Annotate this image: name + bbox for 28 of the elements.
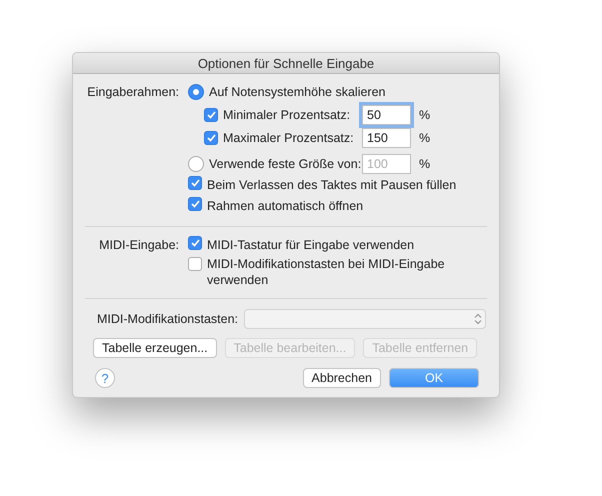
checkbox[interactable] bbox=[204, 131, 218, 145]
checkbox-label: Rahmen automatisch öffnen bbox=[207, 198, 364, 214]
checkbox-label: Maximaler Prozentsatz: bbox=[223, 130, 355, 146]
stepper-icon bbox=[474, 313, 482, 325]
checkbox-label: Beim Verlassen des Taktes mit Pausen füllen bbox=[207, 177, 456, 193]
checkbox-label: Minimaler Prozentsatz: bbox=[223, 107, 352, 123]
checkbox[interactable] bbox=[204, 108, 218, 122]
percent-label: % bbox=[419, 131, 430, 145]
checkbox[interactable] bbox=[188, 236, 202, 250]
percent-label: % bbox=[419, 157, 430, 171]
checkbox-label: MIDI-Tastatur für Eingabe verwenden bbox=[207, 237, 414, 253]
checkbox[interactable] bbox=[188, 197, 202, 211]
section-label: Eingaberahmen: bbox=[86, 84, 179, 101]
checkbox-label: MIDI-Modifikationstasten bei MIDI-Eingabe verwenden bbox=[207, 256, 446, 288]
cancel-button[interactable]: Abbrechen bbox=[302, 368, 381, 388]
percent-field[interactable]: 50 bbox=[362, 105, 411, 125]
popup-label: MIDI-Modifikationstasten: bbox=[97, 312, 238, 326]
radio-label: Auf Notensystemhöhe skalieren bbox=[209, 84, 386, 100]
checkbox[interactable] bbox=[188, 257, 202, 271]
section-label: MIDI-Eingabe: bbox=[98, 237, 179, 254]
table-button[interactable]: Tabelle erzeugen... bbox=[93, 338, 217, 358]
radio-button[interactable] bbox=[188, 84, 204, 100]
percent-field[interactable]: 150 bbox=[362, 128, 411, 148]
help-button[interactable]: ? bbox=[95, 368, 115, 388]
ok-button[interactable]: OK bbox=[389, 368, 479, 388]
window-title: Optionen für Schnelle Eingabe bbox=[198, 56, 374, 70]
percent-label: % bbox=[419, 108, 430, 122]
checkbox[interactable] bbox=[188, 176, 202, 190]
